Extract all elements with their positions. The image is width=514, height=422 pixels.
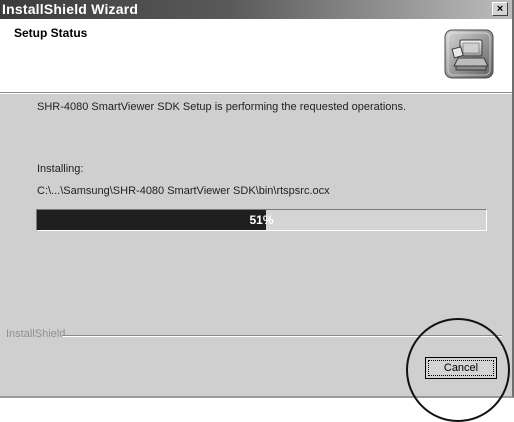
status-message: SHR-4080 SmartViewer SDK Setup is perfor… (37, 101, 407, 113)
installing-label: Installing: (37, 163, 84, 175)
title-bar[interactable]: InstallShield Wizard × (0, 0, 512, 19)
installshield-dialog: InstallShield Wizard × Setup Status SHR-… (0, 0, 514, 398)
installshield-brand-label: InstallShield (6, 328, 66, 340)
progress-bar: 51% (36, 209, 487, 231)
cancel-button[interactable]: Cancel (425, 357, 497, 379)
header-panel: Setup Status (0, 19, 512, 92)
close-icon: × (496, 2, 504, 15)
installer-computer-icon (444, 29, 494, 79)
close-button[interactable]: × (492, 2, 508, 16)
page-title: Setup Status (14, 26, 88, 40)
footer-divider (62, 335, 502, 337)
header-divider (0, 92, 512, 94)
window-title: InstallShield Wizard (2, 1, 139, 17)
cancel-button-label: Cancel (428, 360, 494, 376)
current-file-path: C:\...\Samsung\SHR-4080 SmartViewer SDK\… (37, 185, 330, 197)
progress-percent-label: 51% (249, 213, 274, 227)
